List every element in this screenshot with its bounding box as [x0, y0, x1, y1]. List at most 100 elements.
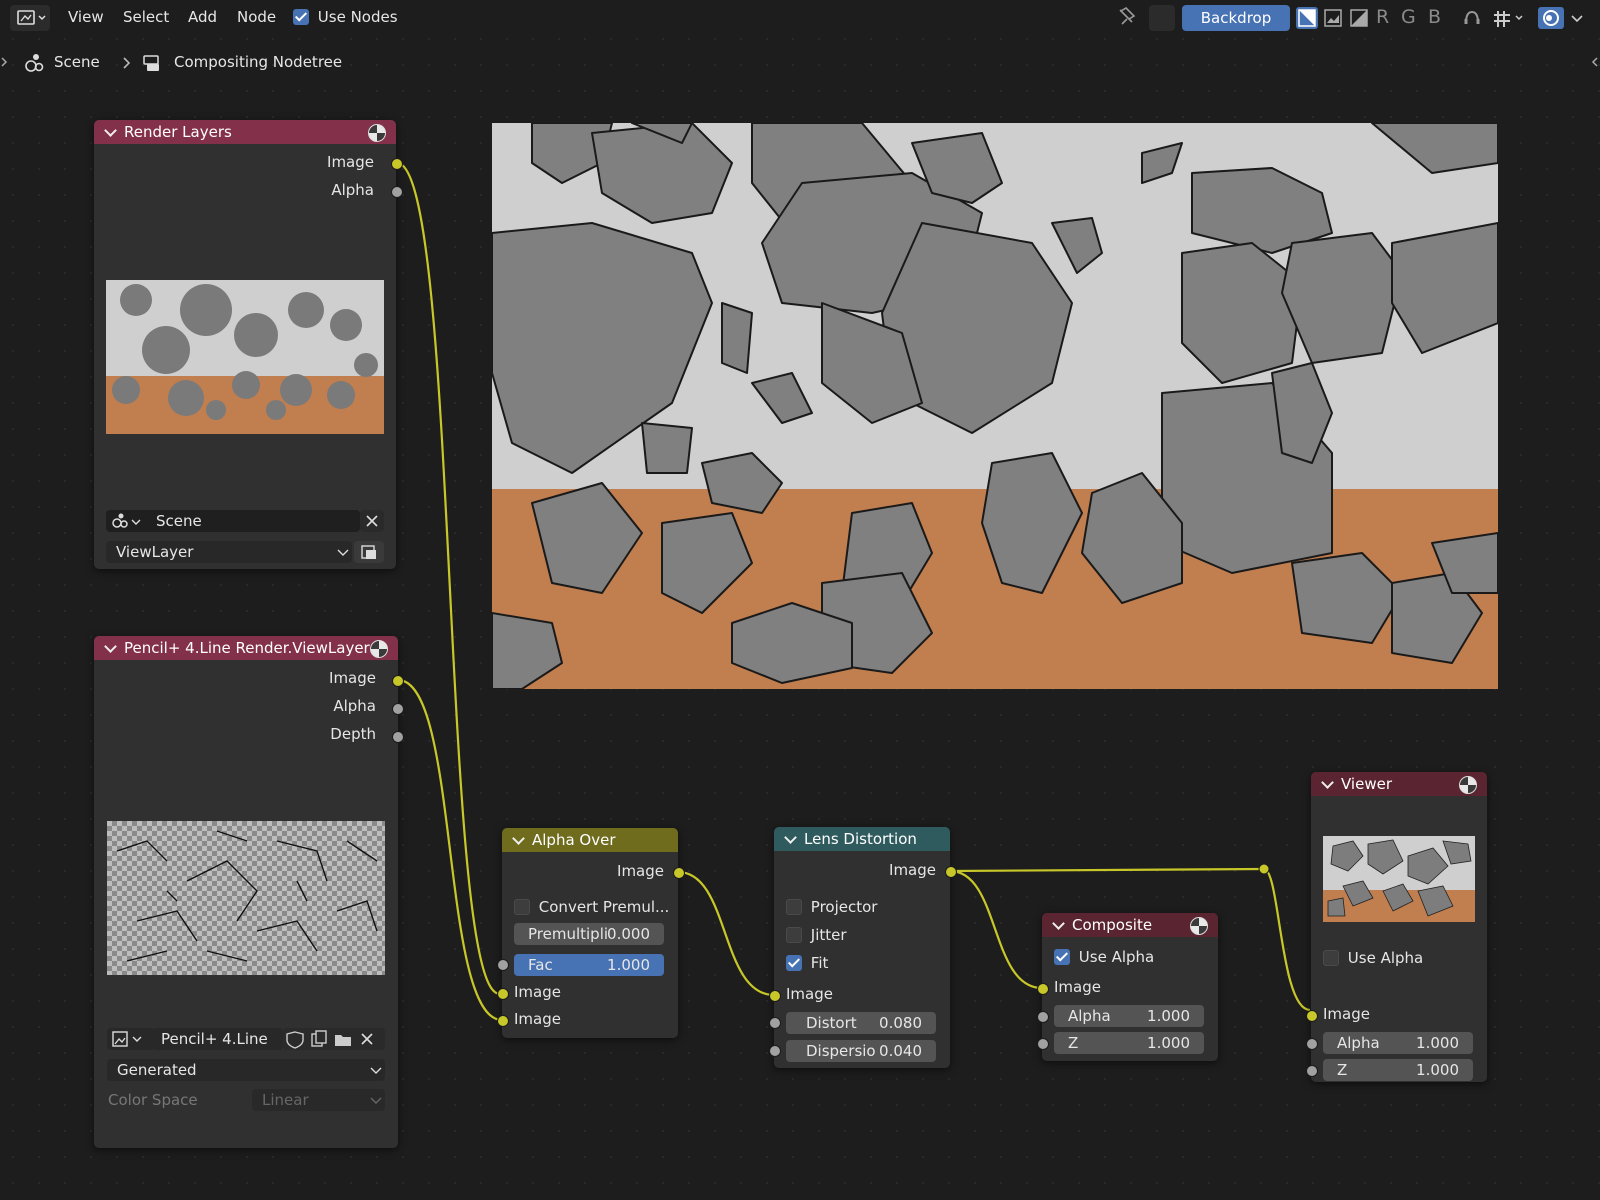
breadcrumb-nodetree[interactable]: Compositing Nodetree — [174, 53, 342, 71]
jitter-checkbox[interactable] — [786, 927, 802, 943]
node-header-viewer[interactable]: Viewer — [1311, 772, 1487, 796]
distort-field[interactable]: Distort 0.080 — [786, 1012, 936, 1034]
use-nodes-toggle[interactable]: Use Nodes — [293, 8, 398, 26]
use-nodes-checkbox[interactable] — [293, 9, 309, 25]
backdrop-color-alpha-icon[interactable] — [1296, 7, 1318, 29]
node-header-pencil[interactable]: Pencil+ 4.Line Render.ViewLayer — [94, 636, 398, 660]
editor-type-button[interactable] — [10, 5, 50, 31]
overlays-dropdown-icon[interactable] — [1566, 7, 1588, 29]
fit-checkbox[interactable] — [786, 955, 802, 971]
input-alpha-socket[interactable] — [1306, 1038, 1318, 1050]
jitter-toggle[interactable]: Jitter — [786, 926, 847, 944]
menu-view[interactable]: View — [68, 8, 104, 26]
scene-clear-button[interactable] — [360, 510, 384, 532]
output-image-socket[interactable] — [392, 675, 404, 687]
fac-slider[interactable]: Fac 1.000 — [514, 954, 664, 976]
breadcrumb-scene[interactable]: Scene — [54, 53, 100, 71]
dispersion-field[interactable]: Dispersio 0.040 — [786, 1040, 936, 1062]
node-render-layers[interactable]: Render Layers Image Alpha Scene ViewLaye… — [94, 120, 403, 569]
projector-toggle[interactable]: Projector — [786, 898, 877, 916]
z-field[interactable]: Z 1.000 — [1054, 1032, 1204, 1054]
premultiplied-field[interactable]: Premultipli 0.000 — [514, 923, 664, 945]
channel-r-button[interactable]: R — [1376, 6, 1389, 28]
node-composite[interactable]: Composite Use Alpha Image Alpha 1.000 Z … — [1037, 913, 1218, 1061]
render-preview-icon[interactable] — [1190, 917, 1208, 935]
input-fac-socket[interactable] — [497, 959, 509, 971]
output-image-socket[interactable] — [673, 867, 685, 879]
node-header-alpha-over[interactable]: Alpha Over — [502, 828, 678, 852]
alpha-field[interactable]: Alpha 1.000 — [1054, 1005, 1204, 1027]
z-field[interactable]: Z 1.000 — [1323, 1059, 1473, 1081]
input-image1-socket[interactable] — [497, 988, 509, 1000]
output-image-label: Image — [617, 862, 664, 880]
output-alpha-socket[interactable] — [391, 186, 403, 198]
output-image-socket[interactable] — [945, 866, 957, 878]
fit-toggle[interactable]: Fit — [786, 954, 828, 972]
use-alpha-toggle[interactable]: Use Alpha — [1323, 949, 1423, 967]
backdrop-color-icon[interactable] — [1322, 7, 1344, 29]
convert-premul-toggle[interactable]: Convert Premul... — [514, 898, 669, 916]
use-alpha-checkbox[interactable] — [1054, 949, 1070, 965]
channel-g-button[interactable]: G — [1401, 6, 1416, 28]
output-image-socket[interactable] — [391, 158, 403, 170]
convert-premul-checkbox[interactable] — [514, 899, 530, 915]
render-preview-icon[interactable] — [1459, 776, 1477, 794]
collapse-chevron-icon[interactable] — [512, 832, 525, 845]
collapse-chevron-icon[interactable] — [1321, 776, 1334, 789]
jitter-label: Jitter — [810, 926, 847, 944]
use-alpha-toggle[interactable]: Use Alpha — [1054, 948, 1154, 966]
input-image-socket[interactable] — [1037, 983, 1049, 995]
color-space-dropdown[interactable]: Linear — [252, 1089, 385, 1111]
render-preview-icon[interactable] — [368, 124, 386, 142]
output-depth-socket[interactable] — [392, 731, 404, 743]
input-image-label: Image — [1323, 1005, 1370, 1023]
node-viewer[interactable]: Viewer Use Alpha Image Alpha 1.000 Z 1.0… — [1306, 772, 1487, 1082]
input-alpha-socket[interactable] — [1037, 1011, 1049, 1023]
backdrop-alpha-icon[interactable] — [1348, 7, 1370, 29]
view-layer-dropdown[interactable]: ViewLayer — [106, 541, 352, 563]
menu-add[interactable]: Add — [188, 8, 217, 26]
menu-node[interactable]: Node — [237, 8, 276, 26]
render-preview-icon[interactable] — [370, 640, 388, 658]
use-alpha-checkbox[interactable] — [1323, 950, 1339, 966]
node-header-render-layers[interactable]: Render Layers — [94, 120, 396, 144]
node-title: Alpha Over — [532, 831, 616, 849]
render-layer-button[interactable] — [354, 541, 384, 563]
input-z-socket[interactable] — [1306, 1065, 1318, 1077]
collapse-chevron-icon[interactable] — [104, 124, 117, 137]
image-browse-button[interactable] — [107, 1028, 155, 1050]
alpha-field[interactable]: Alpha 1.000 — [1323, 1032, 1473, 1054]
nodetree-icon — [143, 55, 159, 71]
node-title: Pencil+ 4.Line Render.ViewLayer — [124, 639, 370, 657]
input-z-socket[interactable] — [1037, 1038, 1049, 1050]
use-nodes-label: Use Nodes — [317, 8, 398, 26]
parent-node-tree-button[interactable] — [1149, 5, 1175, 31]
node-header-lens-distortion[interactable]: Lens Distortion — [774, 827, 950, 851]
backdrop-render — [492, 123, 1498, 689]
input-distort-socket[interactable] — [769, 1017, 781, 1029]
channel-b-button[interactable]: B — [1428, 6, 1441, 28]
image-source-dropdown[interactable]: Generated — [107, 1059, 385, 1081]
collapse-chevron-icon[interactable] — [784, 831, 797, 844]
alpha-value: 1.000 — [1416, 1034, 1459, 1052]
projector-checkbox[interactable] — [786, 899, 802, 915]
collapse-chevron-icon[interactable] — [104, 640, 117, 653]
image-name-field[interactable]: Pencil+ 4.Line ... — [153, 1028, 283, 1070]
node-lens-distortion[interactable]: Lens Distortion Image Projector Jitter F… — [769, 827, 957, 1068]
node-alpha-over[interactable]: Alpha Over Image Convert Premul... Premu… — [497, 828, 685, 1038]
backdrop-toggle[interactable]: Backdrop — [1182, 5, 1290, 31]
snap-grid-icon[interactable] — [1490, 7, 1530, 29]
snap-icon[interactable] — [1461, 7, 1483, 29]
overlays-icon[interactable] — [1538, 7, 1564, 29]
scene-selector[interactable]: Scene — [106, 510, 360, 532]
pin-icon — [1119, 6, 1136, 25]
input-image-socket[interactable] — [769, 990, 781, 1002]
input-dispersion-socket[interactable] — [769, 1045, 781, 1057]
collapse-chevron-icon[interactable] — [1052, 917, 1065, 930]
output-alpha-socket[interactable] — [392, 703, 404, 715]
menu-select[interactable]: Select — [123, 8, 169, 26]
input-image2-socket[interactable] — [497, 1015, 509, 1027]
node-pencil-line-render[interactable]: Pencil+ 4.Line Render.ViewLayer Image Al… — [94, 636, 404, 1148]
node-header-composite[interactable]: Composite — [1042, 913, 1218, 937]
input-image-socket[interactable] — [1306, 1010, 1318, 1022]
